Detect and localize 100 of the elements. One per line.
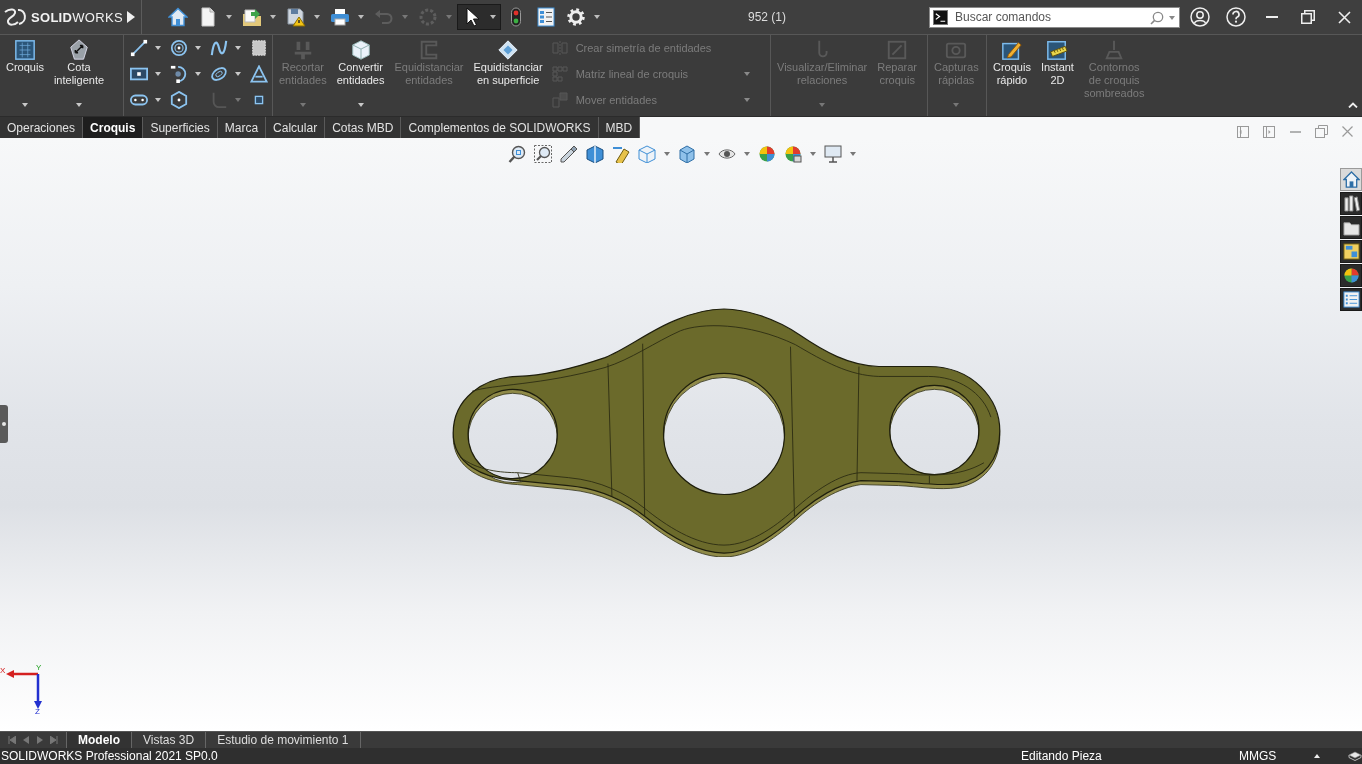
next-arrow-icon[interactable] xyxy=(36,736,43,744)
sketch-frame-icon xyxy=(13,39,36,61)
line-icon xyxy=(130,39,148,57)
options-list-icon xyxy=(536,7,556,27)
previous-arrow-icon[interactable] xyxy=(23,736,30,744)
list-icon xyxy=(1342,291,1360,308)
ribbon-button[interactable]: Cota inteligente xyxy=(50,35,108,116)
rectangle-icon xyxy=(130,65,148,83)
floppy-warning-icon xyxy=(286,7,306,27)
toolbar-button[interactable] xyxy=(457,4,501,30)
caret-up-icon[interactable] xyxy=(1314,754,1320,758)
annotation-icon xyxy=(612,145,630,163)
spline-icon xyxy=(210,39,228,57)
restore-icon[interactable] xyxy=(1301,10,1315,24)
app-logo: SOLIDWORKS xyxy=(31,9,123,25)
command-tab[interactable]: Operaciones xyxy=(0,117,84,138)
dimension-icon xyxy=(68,39,90,61)
task-pane-tab[interactable] xyxy=(1340,216,1362,239)
monitor-icon xyxy=(824,145,842,163)
ribbon-button[interactable]: Instant 2D xyxy=(1037,35,1077,116)
sketch-repair-icon xyxy=(886,39,909,61)
command-tab[interactable]: Croquis xyxy=(83,117,144,138)
command-tab[interactable]: Marca xyxy=(217,117,267,138)
dashed-ring-icon xyxy=(418,7,438,27)
triangle-icon xyxy=(250,65,268,83)
bottom-tab[interactable]: Modelo xyxy=(67,732,132,748)
chevron-up-icon[interactable] xyxy=(1348,102,1358,108)
move-icon xyxy=(551,92,568,108)
command-tab[interactable]: Superficies xyxy=(143,117,218,138)
z-axis-arrow xyxy=(34,674,42,709)
cube-icon xyxy=(349,39,372,61)
x-axis-arrow xyxy=(6,670,38,678)
first-arrow-icon[interactable] xyxy=(7,736,16,744)
axis-label: X xyxy=(0,666,6,675)
gear-icon xyxy=(566,7,586,27)
pencil-frame-icon xyxy=(1000,39,1023,61)
zoom-area-icon xyxy=(534,145,552,163)
caret-icon xyxy=(1169,15,1175,20)
panel-left-icon[interactable] xyxy=(1237,125,1249,138)
arc-icon xyxy=(170,65,188,83)
command-tab[interactable]: Cotas MBD xyxy=(325,117,402,138)
axis-label: Z xyxy=(35,706,40,714)
help-icon[interactable] xyxy=(1226,7,1246,27)
view-cube-icon xyxy=(638,145,656,163)
sketch-tool-button[interactable] xyxy=(249,63,268,85)
textured-square-icon xyxy=(250,39,268,57)
sketch-tool-button[interactable] xyxy=(169,89,188,111)
play-triangle-icon[interactable] xyxy=(127,11,135,23)
document-icon xyxy=(198,7,218,27)
pencil-icon xyxy=(560,145,578,163)
search-icon xyxy=(1150,10,1164,25)
section-view-icon xyxy=(586,145,604,163)
task-pane-tab[interactable] xyxy=(1340,192,1362,215)
logo-icon xyxy=(4,8,28,26)
document-title: 952 (1) xyxy=(747,10,787,24)
color-ball-scene-icon xyxy=(784,145,802,163)
units-text: MMGS xyxy=(1238,749,1278,763)
zoom-fit-icon xyxy=(508,145,526,163)
grip-dot-icon xyxy=(2,422,6,426)
home-icon xyxy=(1342,171,1360,188)
offset-icon xyxy=(418,39,440,61)
command-tab[interactable]: Complementos de SOLIDWORKS xyxy=(401,117,599,138)
printer-icon xyxy=(330,7,350,27)
task-pane-tab[interactable] xyxy=(1340,288,1362,311)
ribbon-button[interactable]: Equidistanciar en superficie xyxy=(470,35,546,116)
ribbon-button[interactable]: Croquis rápido xyxy=(990,35,1034,116)
panel-handle[interactable] xyxy=(0,405,8,443)
sketch-tool-button[interactable] xyxy=(249,37,268,59)
hexagon-icon xyxy=(170,91,188,109)
last-arrow-icon[interactable] xyxy=(50,736,59,744)
search-field[interactable]: Buscar comandos xyxy=(929,6,1180,28)
panel-right-icon[interactable] xyxy=(1263,125,1275,138)
home-icon xyxy=(168,7,188,27)
command-tab[interactable]: Calcular xyxy=(266,117,326,138)
folder-icon xyxy=(1342,219,1360,236)
user-icon[interactable] xyxy=(1190,7,1210,27)
sketch-tool-button[interactable] xyxy=(169,37,201,59)
shaded-cube-icon xyxy=(678,145,696,163)
view-palette-icon xyxy=(1342,243,1360,260)
ribbon-button[interactable]: Convertir entidades xyxy=(333,35,388,116)
stack-icon[interactable] xyxy=(1348,750,1362,762)
task-pane-tab[interactable] xyxy=(1340,264,1362,287)
undo-icon xyxy=(374,7,394,27)
folder-arrow-icon xyxy=(242,7,262,27)
ribbon-button[interactable]: Croquis xyxy=(3,35,47,116)
surface-offset-icon xyxy=(497,39,520,61)
color-ball-icon xyxy=(1342,267,1360,284)
circle-icon xyxy=(170,39,188,57)
ruler-frame-icon xyxy=(1046,39,1069,61)
mode-text: Editando Pieza xyxy=(1020,749,1103,763)
sketch-tool-button[interactable] xyxy=(129,37,161,59)
color-ball-icon xyxy=(758,145,776,163)
fillet-icon xyxy=(210,91,228,109)
sketch-tool-button[interactable] xyxy=(169,63,201,85)
task-pane-tab[interactable] xyxy=(1340,240,1362,263)
ellipse-icon xyxy=(210,65,228,83)
command-tab[interactable]: MBD xyxy=(598,117,641,138)
books-icon xyxy=(1342,195,1360,212)
axis-label: Y xyxy=(36,663,42,672)
version-text: SOLIDWORKS Professional 2021 SP0.0 xyxy=(0,749,219,763)
